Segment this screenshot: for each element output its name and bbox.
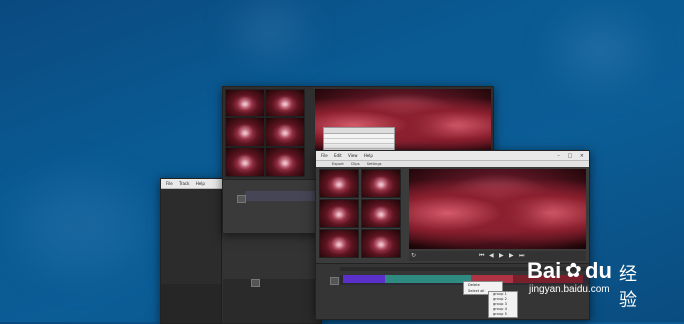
video-viewer: [409, 169, 586, 249]
menu-item[interactable]: Edit: [334, 153, 342, 158]
track-toggle[interactable]: [237, 195, 246, 203]
watermark-url: jingyan.baidu.com: [529, 284, 610, 295]
menu-item[interactable]: View: [348, 153, 358, 158]
toolbar: Export Clips Settings: [316, 161, 589, 167]
menu-bar: File Edit View Help – □ ×: [316, 151, 589, 161]
thumbnail-6[interactable]: [361, 229, 401, 258]
desktop-glow: [560, 20, 640, 80]
tab-settings[interactable]: Settings: [367, 162, 382, 166]
tab-export[interactable]: Export: [332, 162, 344, 166]
menu-item[interactable]: Help: [196, 181, 205, 186]
forward-icon[interactable]: ▶: [509, 252, 514, 259]
skip-back-icon[interactable]: ⏮: [479, 252, 484, 260]
menu-item[interactable]: File: [321, 153, 328, 158]
menu-item[interactable]: Help: [364, 153, 373, 158]
thumbnail-3[interactable]: [319, 199, 359, 228]
desktop-glow: [20, 180, 140, 270]
thumbnail-2[interactable]: [265, 89, 305, 117]
thumbnail-5[interactable]: [225, 147, 265, 177]
timeline-area: [223, 279, 321, 323]
loop-icon[interactable]: ↻: [411, 252, 416, 259]
window-controls[interactable]: – □ ×: [557, 152, 587, 161]
submenu-item[interactable]: group 5: [489, 312, 517, 317]
tab-clips[interactable]: Clips: [351, 162, 360, 166]
timeline-panel: [223, 179, 315, 233]
thumbnail-5[interactable]: [319, 229, 359, 258]
brand-text-a: Bai: [527, 258, 562, 283]
clip-purple[interactable]: [343, 275, 385, 283]
play-icon[interactable]: ▶: [499, 252, 504, 259]
thumbnail-1[interactable]: [319, 169, 359, 198]
baidu-jingyan-watermark: Bai ✿ du 经验 jingyan.baidu.com: [527, 258, 637, 311]
thumbnail-2[interactable]: [361, 169, 401, 198]
group-submenu: group 1 group 2 group 3 group 4 group 5: [488, 291, 518, 318]
desktop-glow: [240, 10, 300, 50]
rewind-icon[interactable]: ◀: [489, 252, 494, 259]
timeline-track[interactable]: [245, 191, 315, 201]
brand-text-cn: 经验: [619, 264, 637, 311]
thumbnail-4[interactable]: [265, 117, 305, 147]
menu-item[interactable]: File: [166, 181, 173, 186]
menu-item[interactable]: Track: [179, 181, 189, 186]
track-toggle[interactable]: [330, 277, 339, 285]
thumbnail-4[interactable]: [361, 199, 401, 228]
brand-text-b: du: [585, 258, 612, 283]
thumbnail-3[interactable]: [225, 117, 265, 147]
paw-icon: ✿: [565, 258, 582, 282]
thumbnail-6[interactable]: [265, 147, 305, 177]
inspector-panel: [161, 284, 221, 323]
skip-forward-icon[interactable]: ⏭: [519, 252, 524, 260]
thumbnail-1[interactable]: [225, 89, 265, 117]
small-button[interactable]: [251, 279, 260, 287]
clip-teal[interactable]: [385, 275, 471, 283]
